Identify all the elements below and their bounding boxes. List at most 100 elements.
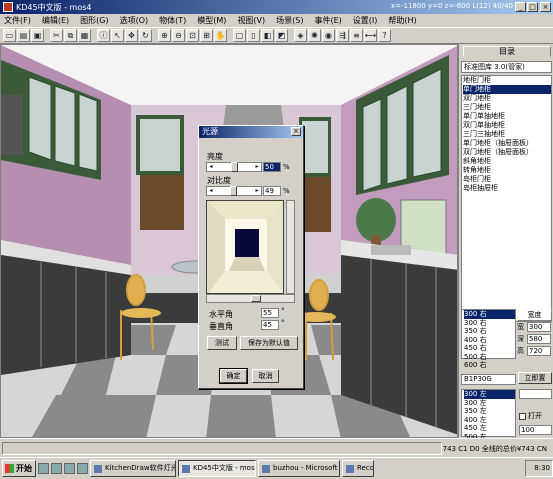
option-field[interactable] bbox=[519, 389, 552, 399]
size-list[interactable]: 300 右 300 右 350 右 400 右 450 右 500 右 600 右 bbox=[461, 309, 516, 369]
size-list-item[interactable]: 300 右 bbox=[464, 310, 515, 319]
size-list-item[interactable]: 500 右 bbox=[464, 353, 515, 362]
view-front-icon[interactable]: ▯ bbox=[247, 29, 260, 42]
menu-item[interactable]: 图形(G) bbox=[80, 15, 108, 26]
copy-icon[interactable]: ⧉ bbox=[64, 29, 77, 42]
render-icon[interactable]: ◈ bbox=[294, 29, 307, 42]
view-side-icon[interactable]: ◧ bbox=[261, 29, 274, 42]
cut-icon[interactable]: ✂ bbox=[50, 29, 63, 42]
checkbox-box[interactable] bbox=[519, 412, 526, 420]
help-icon[interactable]: ? bbox=[378, 29, 391, 42]
taskbar-button[interactable]: Record bbox=[342, 460, 374, 477]
size-list-item[interactable]: 450 左 bbox=[464, 424, 515, 433]
camera-icon[interactable]: ◉ bbox=[322, 29, 335, 42]
view-plan-icon[interactable]: ▢ bbox=[233, 29, 246, 42]
light-icon[interactable]: ✺ bbox=[308, 29, 321, 42]
maximize-button[interactable]: □ bbox=[527, 2, 538, 12]
menu-item[interactable]: 视图(V) bbox=[237, 15, 265, 26]
taskbar-button[interactable]: buzhou - Microsoft Word bbox=[258, 460, 340, 477]
menu-item[interactable]: 帮助(H) bbox=[388, 15, 416, 26]
close-button[interactable]: × bbox=[540, 2, 551, 12]
catalog-list-item[interactable]: 地柜门柜 bbox=[463, 76, 551, 85]
preview-vertical-scrollbar[interactable] bbox=[286, 200, 295, 294]
cancel-button[interactable]: 取消 bbox=[252, 369, 279, 383]
catalog-list[interactable]: 地柜门柜 单门地柜 双门地柜 三门地柜 单门单抽地柜 双门单抽地柜 三门三抽地柜 单门地柜（抽… bbox=[461, 75, 552, 322]
paste-icon[interactable]: ▦ bbox=[78, 29, 91, 42]
code-select[interactable]: B1P30G bbox=[461, 374, 516, 385]
quicklaunch-browser-icon[interactable] bbox=[51, 463, 62, 474]
h-angle-value[interactable]: 55 bbox=[261, 308, 279, 318]
open-icon[interactable]: ▤ bbox=[17, 29, 30, 42]
zoom-window-icon[interactable]: ⊡ bbox=[186, 29, 199, 42]
quicklaunch-media-icon[interactable] bbox=[64, 463, 75, 474]
preview-horizontal-scrollbar[interactable] bbox=[206, 294, 295, 303]
catalog-list-item[interactable]: 双门地柜（抽屉面板） bbox=[463, 148, 551, 157]
menu-item[interactable]: 文件(F) bbox=[4, 15, 31, 26]
contrast-value[interactable]: 49 bbox=[263, 186, 281, 196]
slider-left-arrow-icon[interactable]: ◂ bbox=[207, 163, 215, 171]
catalog-list-item[interactable]: 双门单抽地柜 bbox=[463, 121, 551, 130]
ok-button[interactable]: 确定 bbox=[219, 368, 248, 384]
save-default-button[interactable]: 保存为默认值 bbox=[240, 336, 298, 350]
v-angle-value[interactable]: 45 bbox=[261, 320, 279, 330]
zoom-out-icon[interactable]: ⊖ bbox=[172, 29, 185, 42]
quicklaunch-desktop-icon[interactable] bbox=[38, 463, 49, 474]
catalog-list-item[interactable]: 三门地柜 bbox=[463, 103, 551, 112]
size-list-2[interactable]: 300 左 300 左 350 左 400 左 450 左 500 左 bbox=[461, 389, 516, 441]
catalog-list-item[interactable]: 单门单抽地柜 bbox=[463, 112, 551, 121]
catalog-list-item[interactable]: 单门地柜 bbox=[463, 85, 551, 94]
brightness-value[interactable]: 50 bbox=[263, 162, 281, 172]
size-list-item[interactable]: 300 左 bbox=[464, 390, 515, 399]
taskbar-button[interactable]: KD45中文版 - mos4 bbox=[178, 460, 256, 477]
test-button[interactable]: 测试 bbox=[207, 336, 237, 350]
catalog-list-item[interactable]: 双门地柜 bbox=[463, 94, 551, 103]
info-icon[interactable]: ⓘ bbox=[97, 29, 110, 42]
slider-right-arrow-icon[interactable]: ▸ bbox=[253, 163, 261, 171]
slider-right-arrow-icon[interactable]: ▸ bbox=[253, 187, 261, 195]
move-icon[interactable]: ✥ bbox=[125, 29, 138, 42]
catalog-list-item[interactable]: 单门地柜（抽屉面板） bbox=[463, 139, 551, 148]
catalog-list-item[interactable]: 转角地柜 bbox=[463, 166, 551, 175]
brightness-thumb[interactable] bbox=[231, 162, 238, 172]
size-list-item[interactable]: 400 左 bbox=[464, 416, 515, 425]
catalog-list-item[interactable]: 斜角地柜 bbox=[463, 157, 551, 166]
size-list-item[interactable]: 300 右 bbox=[464, 319, 515, 328]
zoom-all-icon[interactable]: ⊞ bbox=[200, 29, 213, 42]
walk-icon[interactable]: ⇶ bbox=[336, 29, 349, 42]
menu-item[interactable]: 事件(E) bbox=[314, 15, 341, 26]
catalog-list-item[interactable]: 岛柜门柜 bbox=[463, 175, 551, 184]
view-3d-icon[interactable]: ◩ bbox=[275, 29, 288, 42]
library-select[interactable]: 标准图库 3.0(管家) bbox=[461, 61, 552, 73]
size-list-item[interactable]: 600 右 bbox=[464, 361, 515, 370]
start-button[interactable]: 开始 bbox=[2, 460, 36, 477]
taskbar-button[interactable]: KitchenDraw软件灯光温... bbox=[90, 460, 176, 477]
quicklaunch-app-icon[interactable] bbox=[77, 463, 88, 474]
measure-icon[interactable]: ⟷ bbox=[364, 29, 377, 42]
rotate-icon[interactable]: ↻ bbox=[139, 29, 152, 42]
save-icon[interactable]: ▣ bbox=[31, 29, 44, 42]
contrast-thumb[interactable] bbox=[230, 186, 237, 196]
small-value-field[interactable]: 100 bbox=[519, 425, 552, 435]
size-list-item[interactable]: 350 右 bbox=[464, 327, 515, 336]
scroll-thumb[interactable] bbox=[251, 295, 261, 302]
place-button[interactable]: 立即置 bbox=[518, 372, 552, 384]
tab-catalog[interactable]: 目录 bbox=[463, 46, 551, 57]
new-icon[interactable]: ▭ bbox=[3, 29, 16, 42]
brightness-slider[interactable]: ◂ ▸ bbox=[206, 162, 262, 172]
open-checkbox[interactable]: 打开 bbox=[519, 411, 542, 421]
dialog-close-button[interactable]: × bbox=[291, 127, 301, 136]
pan-icon[interactable]: ✋ bbox=[214, 29, 227, 42]
size-list-item[interactable]: 300 左 bbox=[464, 399, 515, 408]
select-icon[interactable]: ↖ bbox=[111, 29, 124, 42]
catalog-list-item[interactable]: 三门三抽地柜 bbox=[463, 130, 551, 139]
menu-item[interactable]: 物体(T) bbox=[159, 15, 186, 26]
menu-item[interactable]: 场景(S) bbox=[276, 15, 303, 26]
dimension-value[interactable]: 720 bbox=[527, 346, 551, 356]
menu-item[interactable]: 选项(O) bbox=[120, 15, 149, 26]
minimize-button[interactable]: _ bbox=[515, 2, 526, 12]
slider-left-arrow-icon[interactable]: ◂ bbox=[207, 187, 215, 195]
dim-header-button[interactable]: 宽度 bbox=[517, 310, 552, 321]
size-list-item[interactable]: 450 右 bbox=[464, 344, 515, 353]
menu-item[interactable]: 设置(I) bbox=[353, 15, 378, 26]
menu-item[interactable]: 编辑(E) bbox=[42, 15, 69, 26]
